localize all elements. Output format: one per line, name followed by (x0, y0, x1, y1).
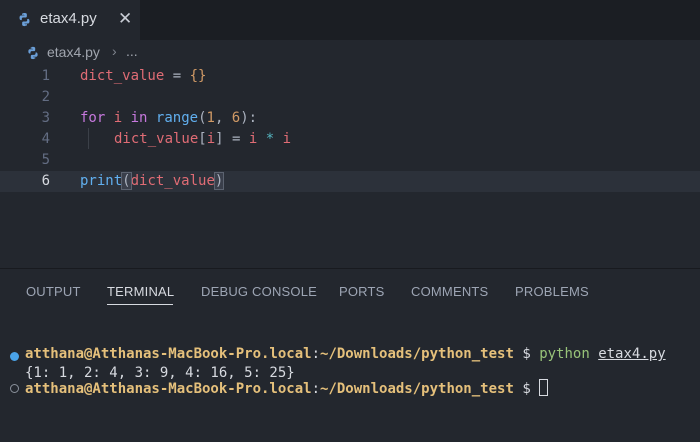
code-token: dict_value (114, 131, 199, 147)
indent-guide (88, 128, 89, 149)
command-file-link[interactable]: etax4.py (598, 346, 665, 362)
code-token: ( (121, 172, 132, 190)
code-token: print (80, 173, 123, 189)
tab-ports[interactable]: PORTS (339, 284, 385, 299)
code-token: = (164, 68, 190, 84)
code-line-4[interactable]: 4 dict_value[i] = i * i (0, 129, 700, 150)
python-icon (28, 46, 38, 60)
tab-debug-console[interactable]: DEBUG CONSOLE (201, 284, 317, 299)
code-token: in (130, 110, 148, 126)
line-number: 3 (41, 110, 50, 126)
code-token: for (80, 110, 106, 126)
code-token: = (223, 131, 249, 147)
active-tab-indicator (107, 304, 173, 305)
code-token: ) (213, 172, 225, 190)
editor-tab-bar: etax4.py ✕ (0, 0, 700, 40)
code-token: range (155, 110, 199, 126)
code-token: dict_value (130, 173, 215, 189)
prompt-symbol: $ (513, 381, 540, 397)
code-line-1[interactable]: 1 dict_value = {} (0, 66, 700, 87)
code-editor[interactable]: 1 dict_value = {} 2 3 for i in range(1, … (0, 66, 700, 266)
code-token: i (113, 110, 123, 126)
tab-comments[interactable]: COMMENTS (411, 284, 488, 299)
chevron-right-icon: › (112, 43, 117, 59)
code-token: ( (198, 110, 207, 126)
breadcrumb-symbols[interactable]: ... (126, 43, 138, 59)
code-line-5[interactable]: 5 (0, 150, 700, 171)
code-token: dict_value (80, 68, 165, 84)
tab-title: etax4.py (40, 10, 97, 27)
prompt-user-host: atthana@Atthanas-MacBook-Pro.local (25, 346, 312, 362)
code-token: i (206, 131, 216, 147)
tab-problems[interactable]: PROBLEMS (515, 284, 589, 299)
code-token: [ (198, 131, 207, 147)
code-token: 1 (206, 110, 215, 126)
tab-terminal[interactable]: TERMINAL (107, 284, 174, 299)
python-icon (19, 12, 30, 27)
code-token: 6 (231, 110, 241, 126)
code-line-6[interactable]: 6 print(dict_value) (0, 171, 700, 192)
line-number: 4 (41, 131, 50, 147)
line-number: 2 (41, 89, 50, 105)
command-success-icon[interactable] (10, 352, 19, 361)
prompt-path: ~/Downloads/python_test (320, 346, 514, 362)
code-line-3[interactable]: 3 for i in range(1, 6): (0, 108, 700, 129)
breadcrumb: etax4.py › ... (0, 40, 700, 66)
line-number: 5 (41, 152, 50, 168)
bottom-panel: OUTPUT TERMINAL DEBUG CONSOLE PORTS COMM… (0, 268, 700, 442)
code-token: i (282, 131, 292, 147)
code-token: * (257, 131, 283, 147)
code-token: {} (189, 68, 207, 84)
command-name: python (539, 346, 590, 362)
terminal-line-prompt[interactable]: atthana@Atthanas-MacBook-Pro.local:~/Dow… (25, 379, 549, 397)
terminal-cursor (539, 379, 549, 396)
code-line-2[interactable]: 2 (0, 87, 700, 108)
code-token: , (214, 110, 232, 126)
prompt-path: ~/Downloads/python_test (320, 381, 514, 397)
prompt-user-host: atthana@Atthanas-MacBook-Pro.local (25, 381, 312, 397)
editor-tab-etax4[interactable]: etax4.py ✕ (0, 0, 140, 40)
prompt-colon: : (311, 346, 321, 362)
terminal-line-command: atthana@Atthanas-MacBook-Pro.local:~/Dow… (25, 346, 666, 362)
tab-output[interactable]: OUTPUT (26, 284, 81, 299)
code-token: ): (240, 110, 258, 126)
command-pending-icon[interactable] (10, 384, 19, 393)
prompt-symbol: $ (513, 346, 540, 362)
prompt-colon: : (311, 381, 321, 397)
line-number: 1 (41, 68, 50, 84)
close-icon[interactable]: ✕ (118, 9, 132, 29)
breadcrumb-file[interactable]: etax4.py (47, 44, 100, 60)
code-token: ] (215, 131, 224, 147)
line-number: 6 (41, 173, 50, 189)
